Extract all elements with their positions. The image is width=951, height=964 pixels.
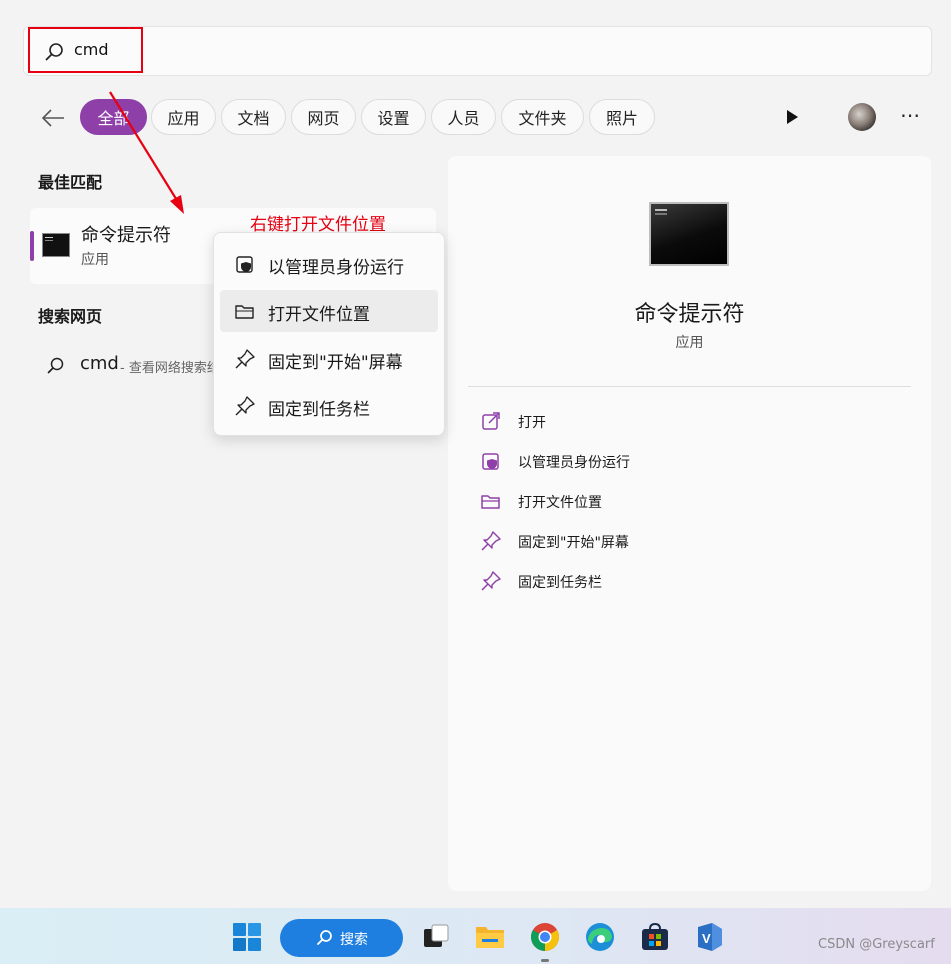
chrome-icon[interactable] <box>529 921 561 953</box>
pin-icon <box>235 349 255 369</box>
action-pin-to-taskbar[interactable]: 固定到任务栏 <box>480 568 880 596</box>
divider <box>468 386 911 387</box>
search-icon <box>47 357 64 374</box>
filter-chip-settings[interactable]: 设置 <box>361 99 426 135</box>
windows-start-icon[interactable] <box>232 922 262 952</box>
command-prompt-icon <box>42 233 70 257</box>
action-label: 固定到"开始"屏幕 <box>518 535 629 551</box>
filter-chip-apps[interactable]: 应用 <box>151 99 216 135</box>
action-open[interactable]: 打开 <box>480 408 880 436</box>
search-panel: cmd 全部 应用 文档 网页 设置 人员 文件夹 照片 ⋯ 最佳匹配 命令提示… <box>0 0 951 893</box>
web-search-description: - 查看网络搜索结果 <box>120 361 218 376</box>
search-bar[interactable]: cmd <box>23 26 932 76</box>
file-explorer-icon[interactable] <box>474 921 506 953</box>
shield-icon <box>482 453 499 470</box>
highlight-box <box>28 27 143 73</box>
task-view-icon[interactable] <box>420 921 452 953</box>
back-arrow-icon[interactable] <box>38 103 68 133</box>
menu-item-label: 固定到任务栏 <box>268 400 370 420</box>
filter-chip-folders[interactable]: 文件夹 <box>501 99 584 135</box>
action-label: 固定到任务栏 <box>518 575 602 591</box>
menu-item-pin-to-taskbar[interactable]: 固定到任务栏 <box>220 385 438 427</box>
filter-chip-web[interactable]: 网页 <box>291 99 356 135</box>
web-search-result[interactable]: cmd - 查看网络搜索结果 <box>38 346 218 382</box>
shield-icon <box>236 256 253 273</box>
pin-icon <box>235 396 255 416</box>
search-icon <box>317 930 332 945</box>
filter-chip-documents[interactable]: 文档 <box>221 99 286 135</box>
menu-item-label: 固定到"开始"屏幕 <box>268 353 403 373</box>
filter-chip-all[interactable]: 全部 <box>80 99 147 135</box>
filter-chip-photos[interactable]: 照片 <box>589 99 655 135</box>
selection-indicator <box>30 231 34 261</box>
open-external-icon <box>482 412 500 430</box>
action-label: 以管理员身份运行 <box>518 455 630 471</box>
best-match-name: 命令提示符 <box>81 225 171 246</box>
best-match-title: 最佳匹配 <box>38 173 103 192</box>
avatar[interactable] <box>848 103 876 131</box>
context-menu: 以管理员身份运行 打开文件位置 固定到"开始"屏幕 固定到任务栏 <box>213 232 445 436</box>
action-open-file-location[interactable]: 打开文件位置 <box>480 488 880 516</box>
pin-icon <box>481 571 501 591</box>
menu-item-open-file-location[interactable]: 打开文件位置 <box>220 290 438 332</box>
taskbar: 搜索 V <box>0 908 951 964</box>
folder-icon <box>235 305 254 319</box>
menu-item-label: 以管理员身份运行 <box>268 258 404 278</box>
web-search-query: cmd <box>80 353 119 374</box>
detail-app-name: 命令提示符 <box>634 302 745 327</box>
running-indicator <box>541 959 549 962</box>
svg-text:V: V <box>702 931 711 946</box>
menu-item-run-as-admin[interactable]: 以管理员身份运行 <box>220 243 438 285</box>
command-prompt-icon <box>649 202 729 266</box>
filter-bar: 全部 应用 文档 网页 设置 人员 文件夹 照片 ⋯ <box>0 97 951 137</box>
action-run-as-admin[interactable]: 以管理员身份运行 <box>480 448 880 476</box>
best-match-type: 应用 <box>81 252 109 268</box>
watermark: CSDN @Greyscarf <box>818 937 935 952</box>
visual-studio-icon[interactable]: V <box>694 921 726 953</box>
action-pin-to-start[interactable]: 固定到"开始"屏幕 <box>480 528 880 556</box>
play-icon[interactable] <box>782 107 802 127</box>
menu-item-label: 打开文件位置 <box>268 305 370 325</box>
action-label: 打开文件位置 <box>518 495 602 511</box>
store-icon[interactable] <box>639 921 671 953</box>
pin-icon <box>481 531 501 551</box>
more-options-icon[interactable]: ⋯ <box>896 105 924 129</box>
detail-app-type: 应用 <box>675 335 704 351</box>
menu-item-pin-to-start[interactable]: 固定到"开始"屏幕 <box>220 338 438 380</box>
folder-icon <box>481 495 500 509</box>
web-search-title: 搜索网页 <box>38 307 103 326</box>
taskbar-search-label: 搜索 <box>340 932 368 948</box>
filter-chip-people[interactable]: 人员 <box>431 99 496 135</box>
taskbar-search-button[interactable]: 搜索 <box>280 919 403 957</box>
edge-icon[interactable] <box>584 921 616 953</box>
detail-panel: 命令提示符 应用 打开 以管理员身份运行 打开文件位置 固定到"开始"屏幕 固定… <box>448 156 931 891</box>
action-label: 打开 <box>518 415 546 431</box>
